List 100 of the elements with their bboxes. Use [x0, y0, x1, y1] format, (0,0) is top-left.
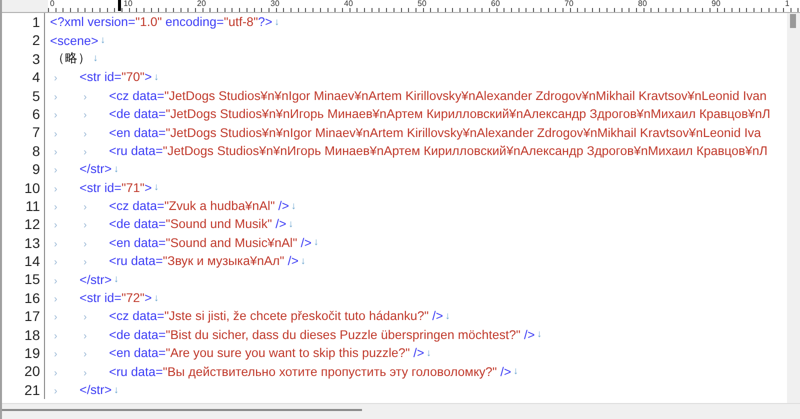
xml-tag: /> — [297, 236, 312, 250]
scrollbar-thumb[interactable] — [790, 14, 796, 28]
attribute-value: "JetDogs Studios¥n¥nIgor Minaev¥nArtem Kirillovsky¥nAlexander Zdrogov¥nMikhail Kravtsov¥nLeonid Ivan — [164, 88, 767, 103]
attribute-value: "utf-8" — [224, 15, 258, 30]
tab-mark: › — [82, 312, 87, 324]
attribute-value: "70" — [122, 70, 144, 84]
tab-mark: › — [82, 146, 87, 158]
scrollbar-thumb[interactable] — [2, 409, 362, 411]
ruler-label: 80 — [638, 0, 647, 8]
line-break-mark: ↓ — [93, 53, 98, 64]
line-break-mark: ↓ — [154, 72, 159, 83]
line-break-mark: ↓ — [114, 274, 119, 286]
ruler-label: 20 — [197, 0, 206, 8]
ruler-cursor-marker — [118, 0, 121, 11]
ruler-label: 50 — [418, 0, 426, 8]
attribute-value: "JetDogs Studios¥n¥nИгорь Минаев¥nАртем Кирилловский¥nАлександр Здрогов¥nМихаил Кравцов¥nЛ — [162, 144, 768, 158]
attribute-value: "JetDogs Studios¥n¥nИгорь Минаев¥nАртем Кирилловский¥nАлександр Здрогов¥nМихаил Кравцов¥nЛ — [166, 107, 770, 122]
line-break-mark: ↓ — [288, 218, 294, 230]
tab-mark: › — [53, 330, 58, 342]
tab-mark: › — [53, 238, 58, 250]
ruler-label: 1 — [785, 0, 790, 8]
line-break-mark: ↓ — [114, 384, 119, 396]
attribute-value: "1.0" — [135, 15, 162, 30]
line-number: 18 — [2, 326, 45, 344]
line-number: 9 — [2, 160, 45, 179]
line-number: 5 — [2, 86, 45, 105]
xml-tag: /> — [520, 328, 535, 342]
horizontal-scrollbar[interactable] — [2, 403, 800, 419]
tab-mark: › — [82, 220, 87, 232]
tab-mark: › — [53, 110, 58, 122]
xml-tag: <cz data= — [109, 309, 164, 324]
xml-tag: /> — [428, 309, 444, 324]
tab-mark: › — [82, 238, 87, 250]
tab-mark: › — [53, 146, 58, 158]
xml-tag: /> — [410, 346, 424, 360]
line-break-mark: ↓ — [154, 292, 159, 304]
line-break-mark: ↓ — [114, 164, 119, 175]
line-number: 21 — [2, 380, 45, 400]
vertical-scrollbar[interactable] — [787, 13, 800, 403]
attribute-value: "Zvuk a hudba¥nAl" — [164, 199, 275, 214]
attribute-value: "Звук и музыка¥nАл" — [162, 254, 284, 268]
tab-mark: › — [53, 386, 58, 397]
line-number: 19 — [2, 344, 45, 362]
line-number: 10 — [2, 178, 45, 197]
tab-mark: › — [53, 128, 58, 140]
xml-tag: <?xml version= — [50, 15, 136, 30]
tab-mark: › — [82, 257, 87, 268]
tab-mark: › — [53, 276, 58, 287]
xml-tag: <ru data= — [109, 144, 163, 158]
xml-tag: </str> — [80, 272, 112, 287]
tab-mark: › — [82, 128, 87, 140]
xml-tag: <ru data= — [109, 364, 163, 379]
tab-mark: › — [82, 349, 87, 360]
line-break-mark: ↓ — [314, 237, 319, 248]
xml-tag: <de data= — [109, 217, 166, 232]
ruler-label: 40 — [344, 0, 353, 8]
xml-tag: <cz data= — [109, 199, 164, 214]
xml-tag: <cz data= — [109, 88, 164, 103]
line-number: 17 — [2, 307, 45, 326]
tab-mark: › — [53, 349, 58, 360]
xml-tag: <en data= — [109, 346, 166, 360]
attribute-value: "Jste si jisti, že chcete přeskočit tuto hádanku?" — [164, 309, 429, 324]
attribute-value: "Sound and Music¥nAl" — [166, 236, 298, 250]
ruler-label: 10 — [124, 0, 132, 8]
tab-mark: › — [53, 165, 58, 176]
xml-tag: <scene> — [50, 34, 98, 48]
xml-tag: /> — [284, 254, 299, 268]
line-number: 14 — [2, 252, 45, 270]
ruler-label: 30 — [270, 0, 280, 8]
tab-mark: › — [53, 92, 58, 103]
tab-mark: › — [53, 294, 58, 306]
xml-tag: <ru data= — [109, 254, 163, 268]
tab-mark: › — [53, 73, 58, 84]
xml-tag: <de data= — [109, 328, 166, 342]
line-number: 2 — [2, 31, 45, 50]
xml-tag: </str> — [80, 383, 112, 397]
xml-tag: > — [144, 70, 152, 84]
xml-tag: <str id= — [80, 180, 122, 195]
line-number: 11 — [2, 196, 45, 216]
ruler-label: 60 — [491, 0, 500, 8]
line-break-mark: ↓ — [300, 256, 306, 267]
line-break-mark: ↓ — [536, 329, 542, 340]
tab-mark: › — [53, 220, 58, 232]
xml-tag: <en data= — [109, 126, 166, 140]
xml-tag: > — [144, 291, 152, 306]
line-number: 16 — [2, 288, 45, 308]
ruler-label: 0 — [50, 0, 54, 8]
line-number: 4 — [2, 68, 45, 87]
attribute-value: "Sound und Musik" — [166, 217, 272, 232]
line-number: 20 — [2, 362, 45, 381]
code-text: （略） — [51, 50, 91, 68]
xml-tag: </str> — [80, 162, 112, 176]
line-number: 6 — [2, 104, 45, 124]
tab-mark: › — [82, 110, 87, 122]
attribute-value: "Вы действительно хотите пропустить эту головоломку?" — [162, 364, 497, 379]
tab-mark: › — [53, 257, 58, 268]
xml-tag: encoding= — [162, 15, 224, 30]
tab-mark: › — [82, 330, 87, 342]
line-break-mark: ↓ — [154, 182, 159, 194]
xml-tag: <str id= — [80, 70, 122, 84]
